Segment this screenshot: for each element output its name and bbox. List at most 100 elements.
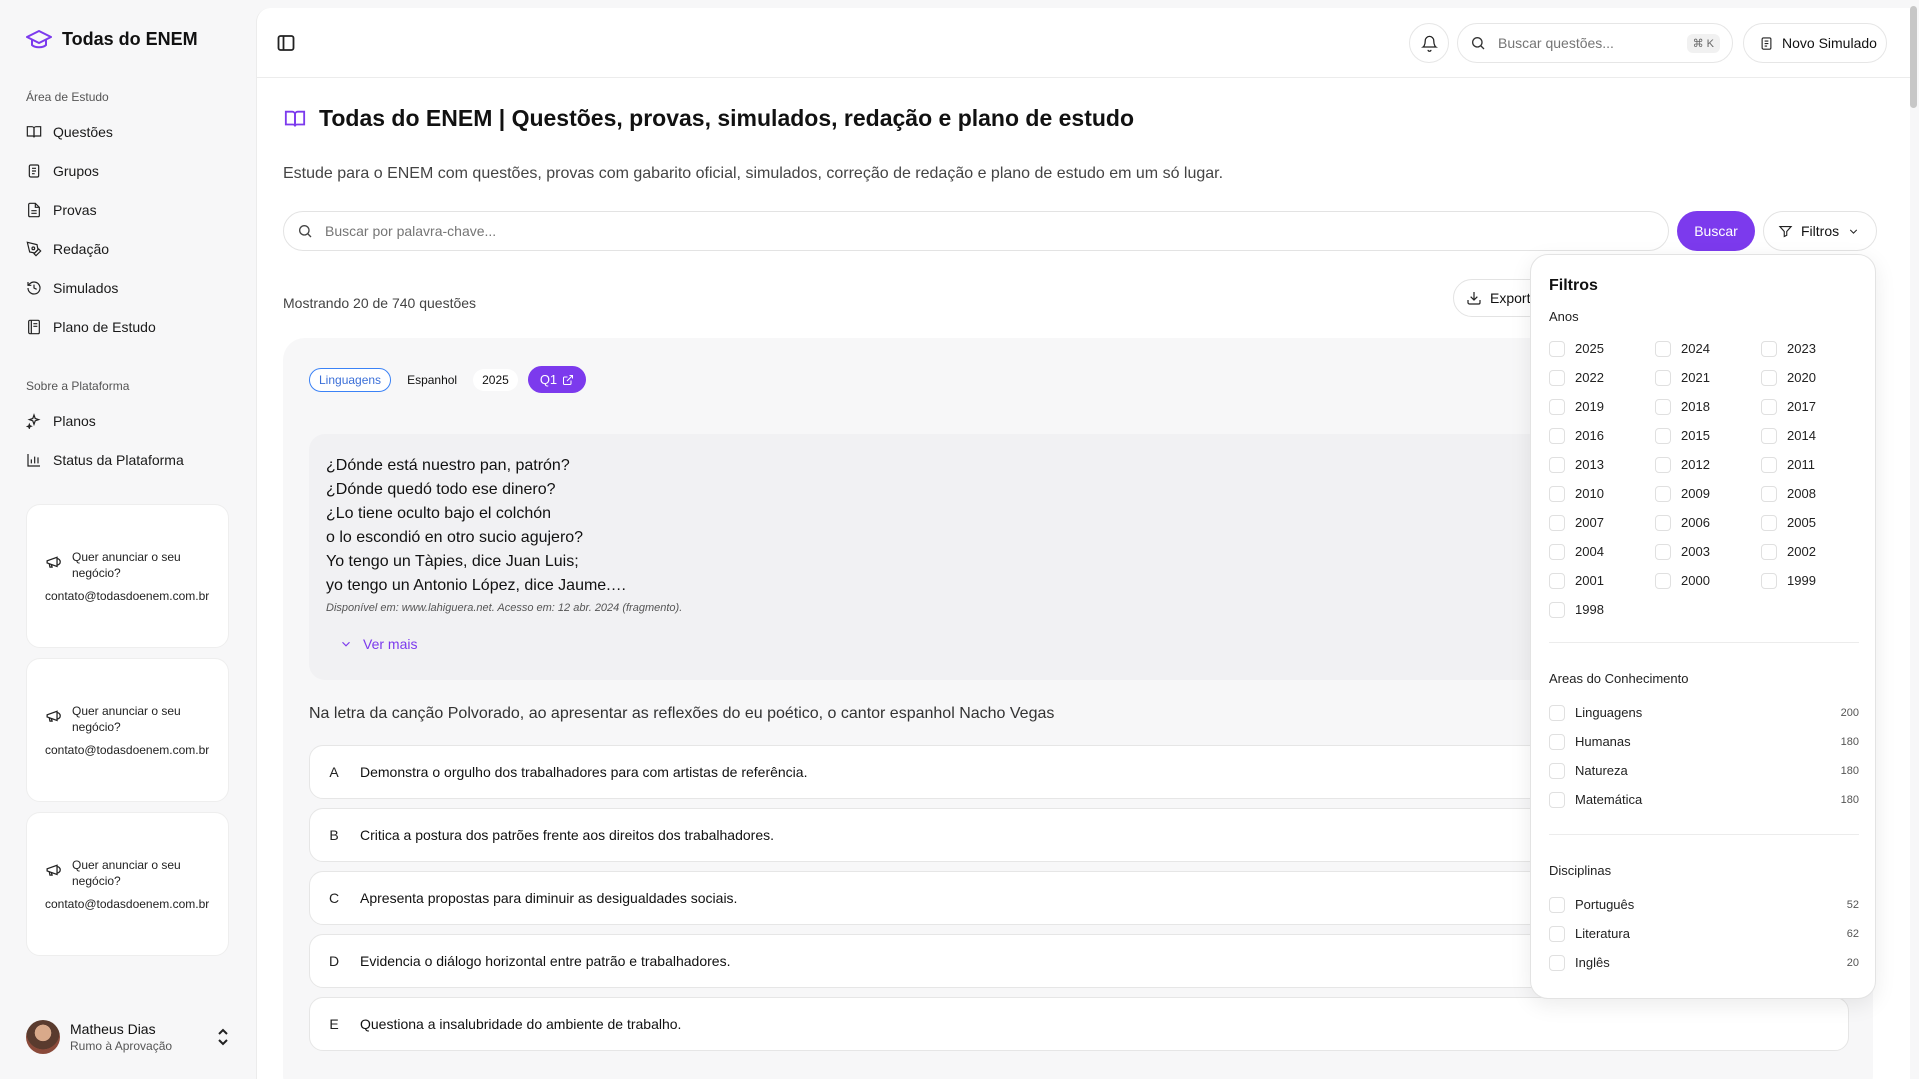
- filters-button[interactable]: Filtros: [1763, 211, 1877, 251]
- filter-option[interactable]: Inglês 20: [1549, 953, 1859, 972]
- ad-email[interactable]: contato@todasdoenem.com.br: [45, 589, 209, 603]
- checkbox[interactable]: [1655, 427, 1671, 444]
- filter-option[interactable]: Linguagens 200: [1549, 703, 1859, 722]
- filter-option[interactable]: 1999: [1761, 571, 1859, 590]
- filter-option[interactable]: 2013: [1549, 455, 1655, 474]
- checkbox[interactable]: [1549, 369, 1565, 386]
- option-e[interactable]: E Questiona a insalubridade do ambiente …: [309, 997, 1849, 1051]
- sidebar-toggle-icon[interactable]: [277, 34, 295, 52]
- checkbox[interactable]: [1655, 340, 1671, 357]
- checkbox[interactable]: [1761, 340, 1777, 357]
- filter-option[interactable]: 2018: [1655, 397, 1761, 416]
- filter-option[interactable]: 2014: [1761, 426, 1859, 445]
- filter-option[interactable]: Natureza 180: [1549, 761, 1859, 780]
- search-button[interactable]: Buscar: [1677, 211, 1755, 251]
- sidebar-item-provas[interactable]: Provas: [26, 202, 97, 218]
- filter-option[interactable]: 2010: [1549, 484, 1655, 503]
- filter-option[interactable]: 2007: [1549, 513, 1655, 532]
- checkbox[interactable]: [1549, 340, 1565, 357]
- question-number-link[interactable]: Q1: [527, 366, 587, 393]
- keyword-search[interactable]: [283, 211, 1669, 251]
- filter-option[interactable]: Humanas 180: [1549, 732, 1859, 751]
- filter-option[interactable]: 2008: [1761, 484, 1859, 503]
- brand[interactable]: Todas do ENEM: [26, 28, 198, 50]
- checkbox[interactable]: [1655, 514, 1671, 531]
- checkbox[interactable]: [1655, 572, 1671, 589]
- sidebar-item-redacao[interactable]: Redação: [26, 241, 109, 257]
- filter-option[interactable]: 2000: [1655, 571, 1761, 590]
- ad-card[interactable]: Quer anunciar o seu negócio? contato@tod…: [26, 812, 229, 956]
- sidebar-item-status[interactable]: Status da Plataforma: [26, 452, 184, 468]
- checkbox[interactable]: [1761, 456, 1777, 473]
- filter-option[interactable]: 2017: [1761, 397, 1859, 416]
- sidebar-item-questoes[interactable]: Questões: [26, 124, 113, 140]
- checkbox[interactable]: [1549, 896, 1565, 913]
- filter-option[interactable]: Literatura 62: [1549, 924, 1859, 943]
- checkbox[interactable]: [1761, 514, 1777, 531]
- checkbox[interactable]: [1655, 456, 1671, 473]
- checkbox[interactable]: [1761, 398, 1777, 415]
- filter-option[interactable]: 2025: [1549, 339, 1655, 358]
- filter-option[interactable]: 2016: [1549, 426, 1655, 445]
- checkbox[interactable]: [1549, 791, 1565, 808]
- checkbox[interactable]: [1549, 398, 1565, 415]
- top-search[interactable]: ⌘ K: [1457, 23, 1733, 63]
- filter-option[interactable]: Matemática 180: [1549, 790, 1859, 809]
- filter-option[interactable]: 1998: [1549, 600, 1655, 619]
- filter-option[interactable]: 2004: [1549, 542, 1655, 561]
- filter-option[interactable]: 2003: [1655, 542, 1761, 561]
- filter-option[interactable]: 2023: [1761, 339, 1859, 358]
- sidebar-item-grupos[interactable]: Grupos: [26, 163, 99, 179]
- checkbox[interactable]: [1655, 485, 1671, 502]
- checkbox[interactable]: [1655, 398, 1671, 415]
- checkbox[interactable]: [1761, 485, 1777, 502]
- filter-option[interactable]: 2006: [1655, 513, 1761, 532]
- area-tag[interactable]: Linguagens: [309, 367, 392, 392]
- new-exam-button[interactable]: Novo Simulado: [1743, 23, 1887, 63]
- filter-option[interactable]: 2005: [1761, 513, 1859, 532]
- checkbox[interactable]: [1549, 572, 1565, 589]
- notifications-button[interactable]: [1409, 23, 1449, 63]
- checkbox[interactable]: [1549, 925, 1565, 942]
- filter-option[interactable]: 2012: [1655, 455, 1761, 474]
- filter-option[interactable]: Português 52: [1549, 895, 1859, 914]
- checkbox[interactable]: [1655, 543, 1671, 560]
- sidebar-item-simulados[interactable]: Simulados: [26, 280, 118, 296]
- filter-option[interactable]: 2009: [1655, 484, 1761, 503]
- sidebar-item-planos[interactable]: Planos: [26, 413, 96, 429]
- ad-card[interactable]: Quer anunciar o seu negócio? contato@tod…: [26, 658, 229, 802]
- checkbox[interactable]: [1761, 427, 1777, 444]
- filter-option[interactable]: 2015: [1655, 426, 1761, 445]
- checkbox[interactable]: [1549, 704, 1565, 721]
- filter-option[interactable]: 2002: [1761, 542, 1859, 561]
- checkbox[interactable]: [1761, 369, 1777, 386]
- filter-option[interactable]: 2020: [1761, 368, 1859, 387]
- ad-card[interactable]: Quer anunciar o seu negócio? contato@tod…: [26, 504, 229, 648]
- filter-option[interactable]: 2019: [1549, 397, 1655, 416]
- checkbox[interactable]: [1549, 954, 1565, 971]
- filter-option[interactable]: 2022: [1549, 368, 1655, 387]
- checkbox[interactable]: [1549, 427, 1565, 444]
- checkbox[interactable]: [1549, 762, 1565, 779]
- checkbox[interactable]: [1549, 543, 1565, 560]
- checkbox[interactable]: [1549, 485, 1565, 502]
- checkbox[interactable]: [1549, 733, 1565, 750]
- filter-option[interactable]: 2024: [1655, 339, 1761, 358]
- checkbox[interactable]: [1761, 543, 1777, 560]
- checkbox[interactable]: [1549, 514, 1565, 531]
- filter-option[interactable]: 2021: [1655, 368, 1761, 387]
- see-more-button[interactable]: Ver mais: [339, 636, 417, 652]
- user-menu[interactable]: Matheus Dias Rumo à Aprovação: [26, 1020, 231, 1054]
- ad-email[interactable]: contato@todasdoenem.com.br: [45, 743, 209, 757]
- top-search-input[interactable]: [1498, 35, 1668, 51]
- checkbox[interactable]: [1549, 456, 1565, 473]
- checkbox[interactable]: [1655, 369, 1671, 386]
- sidebar-item-plano-de-estudo[interactable]: Plano de Estudo: [26, 319, 156, 335]
- checkbox[interactable]: [1761, 572, 1777, 589]
- page-scrollbar[interactable]: [1910, 6, 1917, 108]
- keyword-search-input[interactable]: [325, 223, 1625, 239]
- ad-email[interactable]: contato@todasdoenem.com.br: [45, 897, 209, 911]
- filter-option[interactable]: 2011: [1761, 455, 1859, 474]
- checkbox[interactable]: [1549, 601, 1565, 618]
- filter-option[interactable]: 2001: [1549, 571, 1655, 590]
